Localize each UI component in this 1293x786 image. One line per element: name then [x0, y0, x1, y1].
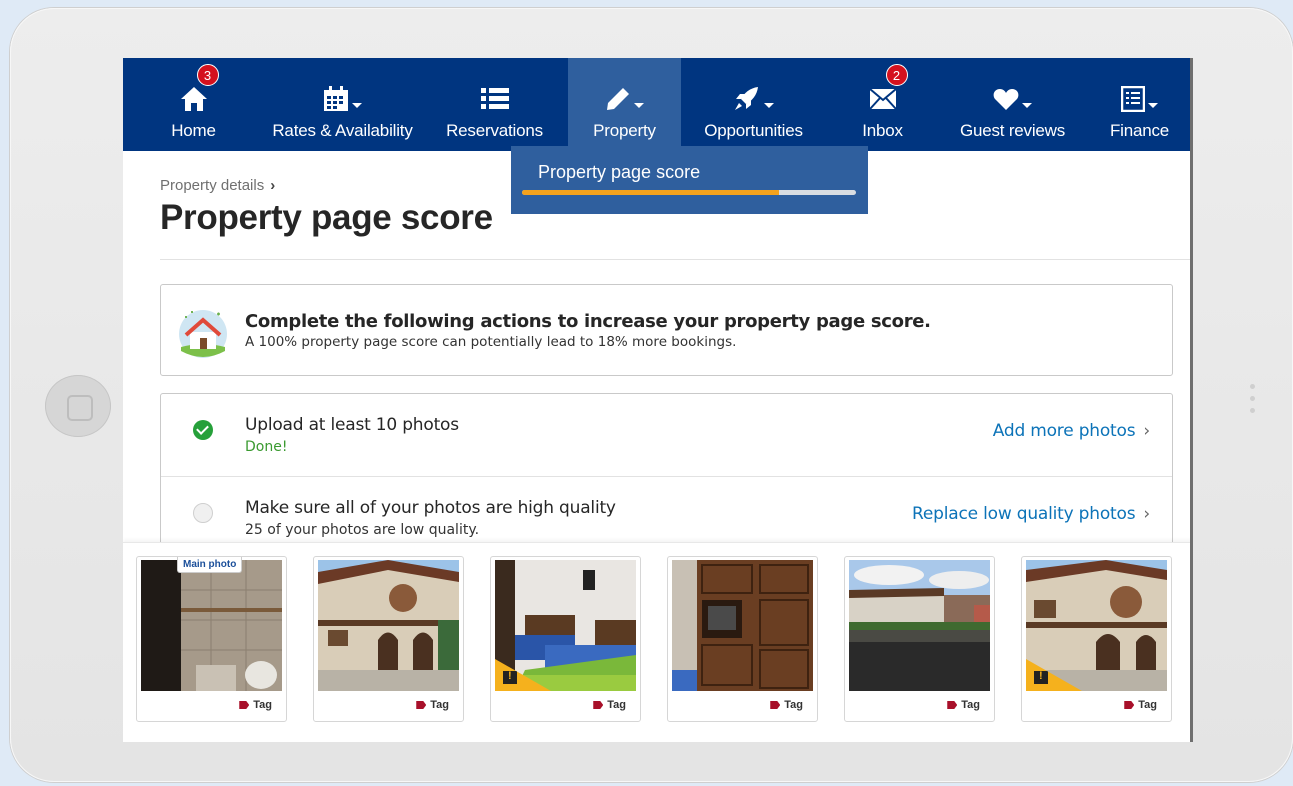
nav-property-label: Property — [593, 121, 656, 140]
nav-opportunities-label: Opportunities — [704, 121, 803, 140]
photo-card[interactable]: Main photo Tag — [136, 556, 287, 722]
task-status: Done! — [245, 439, 288, 455]
chevron-down-icon — [764, 102, 774, 108]
nav-home[interactable]: 3 Home — [123, 58, 264, 151]
tag-button[interactable]: Tag — [593, 699, 626, 711]
nav-guest-reviews[interactable]: Guest reviews — [939, 58, 1086, 151]
page-title: Property page score — [160, 198, 493, 237]
photo-thumbnail — [672, 560, 813, 691]
nav-inbox[interactable]: 2 Inbox — [826, 58, 939, 151]
task-item: Upload at least 10 photos Done! Add more… — [161, 394, 1172, 476]
chevron-right-icon: › — [1143, 504, 1150, 524]
chevron-right-icon: › — [270, 177, 276, 194]
nav-reservations-label: Reservations — [446, 121, 543, 140]
dropdown-item-property-page-score[interactable]: Property page score — [538, 162, 700, 183]
tag-button[interactable]: Tag — [239, 699, 272, 711]
task-title: Upload at least 10 photos — [245, 415, 459, 435]
tag-icon — [947, 701, 958, 709]
tag-icon — [1124, 701, 1135, 709]
main-photo-badge: Main photo — [177, 557, 243, 573]
nav-opportunities[interactable]: Opportunities — [681, 58, 826, 151]
nav-reservations[interactable]: Reservations — [421, 58, 568, 151]
divider — [160, 259, 1190, 260]
chevron-down-icon — [634, 102, 644, 108]
document-icon — [1121, 86, 1145, 112]
check-circle-icon — [193, 420, 213, 440]
photo-card[interactable]: Tag — [667, 556, 818, 722]
warning-icon — [503, 670, 517, 684]
nav-rates-availability[interactable]: Rates & Availability — [264, 58, 421, 151]
photo-thumbnail — [1026, 560, 1167, 691]
score-progress-bar — [522, 190, 856, 195]
add-more-photos-link[interactable]: Add more photos › — [993, 421, 1150, 441]
chevron-right-icon: › — [1143, 421, 1150, 441]
rocket-icon — [735, 87, 758, 110]
chevron-down-icon — [352, 102, 362, 108]
photo-strip: Main photo Tag Tag ! Tag Tag Tag ! Tag — [123, 542, 1190, 742]
calendar-icon — [324, 86, 348, 111]
photo-card[interactable]: Tag — [844, 556, 995, 722]
nav-finance-label: Finance — [1109, 121, 1170, 140]
tag-icon — [416, 701, 427, 709]
nav-rates-label: Rates & Availability — [272, 121, 413, 140]
task-status: 25 of your photos are low quality. — [245, 522, 480, 538]
heart-icon — [993, 89, 1019, 110]
tag-button[interactable]: Tag — [416, 699, 449, 711]
tablet-camera — [1247, 384, 1257, 424]
tag-button[interactable]: Tag — [947, 699, 980, 711]
tag-icon — [593, 701, 604, 709]
tag-button[interactable]: Tag — [1124, 699, 1157, 711]
chevron-down-icon — [1148, 102, 1158, 108]
pencil-icon — [607, 88, 629, 110]
breadcrumb-link[interactable]: Property details — [160, 177, 264, 194]
score-progress-fill — [522, 190, 780, 195]
nav-guest-reviews-label: Guest reviews — [959, 121, 1066, 140]
replace-low-quality-photos-link[interactable]: Replace low quality photos › — [912, 504, 1150, 524]
task-title: Make sure all of your photos are high qu… — [245, 498, 616, 518]
chevron-down-icon — [1022, 102, 1032, 108]
nav-finance[interactable]: Finance — [1086, 58, 1190, 151]
nav-property[interactable]: Property — [568, 58, 681, 151]
envelope-icon — [868, 88, 897, 110]
tag-icon — [239, 701, 250, 709]
inbox-badge: 2 — [885, 64, 908, 86]
photo-thumbnail — [849, 560, 990, 691]
warning-icon — [1034, 670, 1048, 684]
photo-thumbnail — [141, 560, 282, 691]
nav-home-label: Home — [171, 121, 216, 140]
empty-circle-icon — [193, 503, 213, 523]
info-title: Complete the following actions to increa… — [245, 311, 931, 332]
breadcrumb[interactable]: Property details › — [160, 177, 275, 194]
photo-card[interactable]: Tag — [490, 556, 641, 722]
tag-icon — [770, 701, 781, 709]
photo-card[interactable]: Tag — [1021, 556, 1172, 722]
photo-thumbnail — [318, 560, 459, 691]
tag-button[interactable]: Tag — [770, 699, 803, 711]
nav-inbox-label: Inbox — [862, 121, 903, 140]
photo-thumbnail — [495, 560, 636, 691]
info-subtitle: A 100% property page score can potential… — [245, 334, 737, 350]
top-nav: 3 Home Rates & Availability Reservations… — [123, 58, 1190, 151]
photo-card[interactable]: Tag — [313, 556, 464, 722]
tablet-home-button — [45, 375, 111, 437]
home-badge: 3 — [196, 64, 219, 86]
home-icon: 3 — [180, 64, 219, 122]
screen: 3 Home Rates & Availability Reservations… — [123, 58, 1193, 742]
list-icon — [480, 88, 509, 109]
info-box: Complete the following actions to increa… — [160, 284, 1173, 376]
house-illustration-icon — [179, 310, 227, 358]
property-dropdown-menu: Property page score — [511, 146, 868, 214]
